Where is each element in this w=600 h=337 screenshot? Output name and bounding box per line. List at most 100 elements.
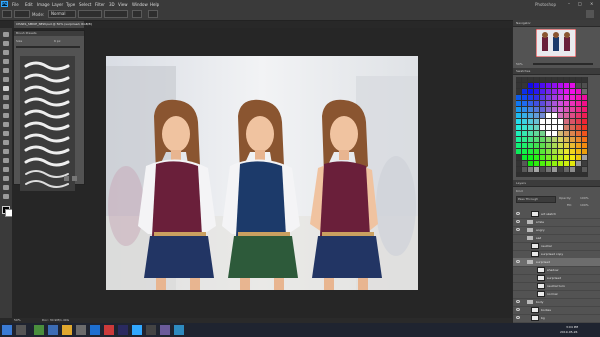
color-swatch[interactable]: [540, 95, 545, 100]
zoom-tool-icon[interactable]: [3, 194, 9, 199]
color-swatch[interactable]: [516, 137, 521, 142]
color-swatch[interactable]: [522, 113, 527, 118]
color-swatch[interactable]: [558, 95, 563, 100]
color-swatch[interactable]: [516, 167, 521, 172]
color-swatch[interactable]: [558, 167, 563, 172]
layers-filter-kind[interactable]: Kind: [516, 189, 523, 194]
color-swatch[interactable]: [552, 95, 557, 100]
menu-file[interactable]: File: [12, 2, 19, 7]
color-swatch[interactable]: [540, 119, 545, 124]
color-swatch[interactable]: [528, 107, 533, 112]
type-tool-icon[interactable]: [3, 158, 9, 163]
color-swatch[interactable]: [516, 149, 521, 154]
color-swatch[interactable]: [564, 83, 569, 88]
eraser-tool-icon[interactable]: [3, 113, 9, 118]
color-swatch[interactable]: [534, 161, 539, 166]
color-swatch[interactable]: [564, 155, 569, 160]
color-swatch[interactable]: [528, 95, 533, 100]
navigator-thumbnail[interactable]: [535, 28, 577, 58]
color-swatch[interactable]: [528, 155, 533, 160]
color-swatch[interactable]: [564, 101, 569, 106]
color-swatch[interactable]: [558, 77, 563, 82]
color-swatch[interactable]: [558, 155, 563, 160]
menu-select[interactable]: Select: [79, 2, 91, 7]
color-swatch[interactable]: [528, 161, 533, 166]
color-swatch[interactable]: [576, 83, 581, 88]
color-swatch[interactable]: [522, 83, 527, 88]
swatches-header[interactable]: Swatches: [513, 68, 600, 75]
app-icon[interactable]: [104, 325, 114, 335]
color-swatch[interactable]: [558, 125, 563, 130]
history-brush-tool-icon[interactable]: [3, 104, 9, 109]
color-swatch[interactable]: [546, 77, 551, 82]
color-swatch[interactable]: [540, 125, 545, 130]
dodge-tool-icon[interactable]: [3, 140, 9, 145]
color-swatch[interactable]: [552, 113, 557, 118]
color-swatch[interactable]: [534, 167, 539, 172]
color-swatch[interactable]: [528, 143, 533, 148]
color-swatch[interactable]: [576, 107, 581, 112]
color-swatch[interactable]: [576, 89, 581, 94]
marquee-tool-icon[interactable]: [3, 41, 9, 46]
color-swatch[interactable]: [522, 155, 527, 160]
color-swatch[interactable]: [522, 107, 527, 112]
color-swatch[interactable]: [540, 83, 545, 88]
menu-window[interactable]: Window: [132, 2, 148, 7]
color-swatch[interactable]: [546, 107, 551, 112]
color-swatch[interactable]: [546, 137, 551, 142]
color-swatch[interactable]: [576, 119, 581, 124]
color-swatch[interactable]: [582, 149, 587, 154]
color-swatch[interactable]: [540, 131, 545, 136]
color-swatch[interactable]: [534, 77, 539, 82]
pressure-toggle[interactable]: [148, 10, 158, 18]
folder-taskbar-icon[interactable]: [62, 325, 72, 335]
color-swatch[interactable]: [558, 83, 563, 88]
color-swatch[interactable]: [534, 95, 539, 100]
color-swatch[interactable]: [558, 119, 563, 124]
color-swatch[interactable]: [540, 155, 545, 160]
color-swatch[interactable]: [552, 167, 557, 172]
visibility-eye-icon[interactable]: [516, 300, 520, 303]
navigator-zoom-value[interactable]: 50%: [516, 62, 523, 67]
color-swatch[interactable]: [516, 113, 521, 118]
color-swatch[interactable]: [582, 167, 587, 172]
color-swatch[interactable]: [546, 149, 551, 154]
maximize-button[interactable]: □: [578, 1, 582, 6]
color-swatch[interactable]: [564, 119, 569, 124]
color-swatch[interactable]: [540, 149, 545, 154]
color-swatch[interactable]: [528, 89, 533, 94]
airbrush-toggle[interactable]: [132, 10, 142, 18]
color-swatch[interactable]: [534, 101, 539, 106]
color-swatch[interactable]: [516, 89, 521, 94]
color-swatch[interactable]: [522, 119, 527, 124]
color-swatch[interactable]: [576, 167, 581, 172]
color-swatch[interactable]: [576, 131, 581, 136]
menu-view[interactable]: View: [118, 2, 128, 7]
color-swatch[interactable]: [570, 113, 575, 118]
color-swatch[interactable]: [558, 131, 563, 136]
color-swatch[interactable]: [546, 113, 551, 118]
color-swatch[interactable]: [570, 161, 575, 166]
clone-stamp-tool-icon[interactable]: [3, 95, 9, 100]
clock-date[interactable]: 2019-05-26: [560, 330, 577, 335]
color-swatch[interactable]: [582, 119, 587, 124]
navigator-zoom-slider[interactable]: [533, 63, 593, 65]
color-swatch[interactable]: [540, 101, 545, 106]
color-swatch[interactable]: [582, 107, 587, 112]
color-swatch[interactable]: [534, 89, 539, 94]
color-swatch[interactable]: [540, 107, 545, 112]
brush-panel-header[interactable]: Brush Presets: [14, 31, 84, 36]
color-swatch[interactable]: [546, 95, 551, 100]
color-swatch[interactable]: [576, 155, 581, 160]
color-swatch[interactable]: [534, 107, 539, 112]
color-swatch[interactable]: [582, 77, 587, 82]
color-swatch[interactable]: [546, 143, 551, 148]
color-swatch[interactable]: [522, 149, 527, 154]
color-swatch[interactable]: [552, 89, 557, 94]
color-swatch[interactable]: [558, 101, 563, 106]
color-swatch[interactable]: [534, 143, 539, 148]
app-icon[interactable]: [146, 325, 156, 335]
gradient-tool-icon[interactable]: [3, 122, 9, 127]
brush-size-slider[interactable]: [16, 46, 80, 48]
color-swatch[interactable]: [516, 155, 521, 160]
